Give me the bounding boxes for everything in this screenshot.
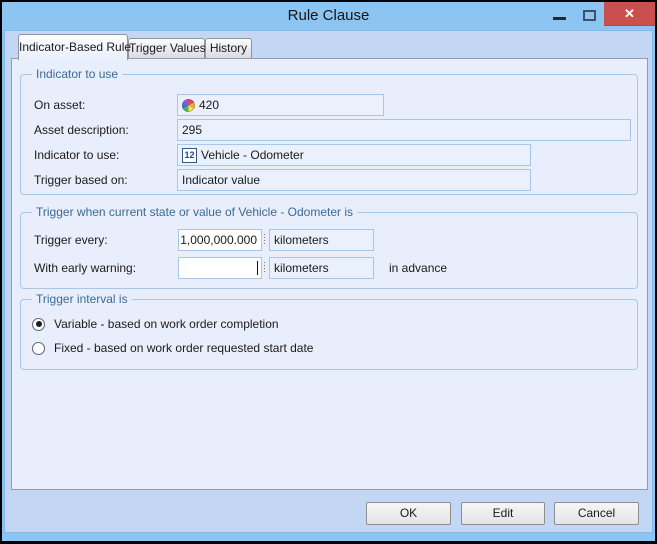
- asset-cube-icon: [182, 98, 195, 112]
- maximize-icon: [583, 10, 596, 21]
- rule-clause-dialog: Rule Clause ✕ Indicator-Based Rule Trigg…: [0, 0, 657, 544]
- title-bar: Rule Clause ✕: [2, 2, 655, 30]
- trigger-every-input[interactable]: 1,000,000.000: [178, 229, 262, 251]
- indicator-icon: 12: [182, 147, 197, 163]
- unit-value: kilometers: [274, 261, 329, 275]
- ok-button[interactable]: OK: [366, 502, 451, 525]
- on-asset-value: 420: [199, 98, 220, 112]
- indicator-to-use-value: Vehicle - Odometer: [201, 148, 304, 162]
- radio-variable[interactable]: Variable - based on work order completio…: [32, 314, 279, 334]
- group-trigger-when: Trigger when current state or value of V…: [20, 205, 638, 289]
- unit-value: kilometers: [274, 233, 329, 247]
- trigger-based-on-field[interactable]: Indicator value: [177, 169, 531, 191]
- on-asset-field[interactable]: 420: [177, 94, 384, 116]
- early-warning-label: With early warning:: [34, 261, 137, 275]
- cancel-button[interactable]: Cancel: [554, 502, 639, 525]
- group-legend: Trigger when current state or value of V…: [32, 205, 358, 219]
- on-asset-label: On asset:: [34, 98, 86, 112]
- radio-variable-label: Variable - based on work order completio…: [54, 317, 279, 331]
- spinner-dots-icon[interactable]: [264, 262, 265, 274]
- asset-description-label: Asset description:: [34, 123, 129, 137]
- trigger-every-label: Trigger every:: [34, 233, 108, 247]
- spinner-dots-icon[interactable]: [264, 234, 265, 246]
- tab-page-indicator-based-rule: Indicator to use On asset: 420 Asset des…: [11, 58, 648, 490]
- group-legend: Indicator to use: [32, 67, 123, 81]
- minimize-button[interactable]: [549, 8, 571, 24]
- close-button[interactable]: ✕: [604, 2, 655, 26]
- radio-button-icon[interactable]: [32, 341, 45, 355]
- trigger-based-on-value: Indicator value: [182, 173, 261, 187]
- trigger-every-value: 1,000,000.000: [180, 233, 257, 247]
- early-warning-unit-field[interactable]: kilometers: [269, 257, 374, 279]
- radio-fixed-label: Fixed - based on work order requested st…: [54, 341, 314, 355]
- trigger-based-on-label: Trigger based on:: [34, 173, 128, 187]
- indicator-to-use-label: Indicator to use:: [34, 148, 120, 162]
- group-legend: Trigger interval is: [32, 292, 132, 306]
- tab-indicator-based-rule[interactable]: Indicator-Based Rule: [18, 34, 131, 60]
- indicator-to-use-field[interactable]: 12 Vehicle - Odometer: [177, 144, 531, 166]
- text-caret: [257, 261, 258, 275]
- early-warning-input[interactable]: [178, 257, 262, 279]
- group-indicator-to-use: Indicator to use On asset: 420 Asset des…: [20, 67, 638, 195]
- minimize-icon: [553, 17, 566, 20]
- dialog-client-area: Indicator-Based Rule Trigger Values Hist…: [4, 30, 653, 533]
- maximize-button[interactable]: [581, 7, 599, 23]
- asset-description-value: 295: [182, 123, 203, 137]
- edit-button[interactable]: Edit: [461, 502, 545, 525]
- asset-description-field[interactable]: 295: [177, 119, 631, 141]
- tab-history[interactable]: History: [205, 38, 252, 58]
- radio-button-icon[interactable]: [32, 317, 45, 331]
- group-trigger-interval: Trigger interval is Variable - based on …: [20, 292, 638, 370]
- close-icon: ✕: [624, 6, 635, 21]
- trigger-every-unit-field[interactable]: kilometers: [269, 229, 374, 251]
- tab-trigger-values[interactable]: Trigger Values: [128, 38, 206, 58]
- in-advance-label: in advance: [389, 261, 448, 275]
- radio-fixed[interactable]: Fixed - based on work order requested st…: [32, 338, 313, 358]
